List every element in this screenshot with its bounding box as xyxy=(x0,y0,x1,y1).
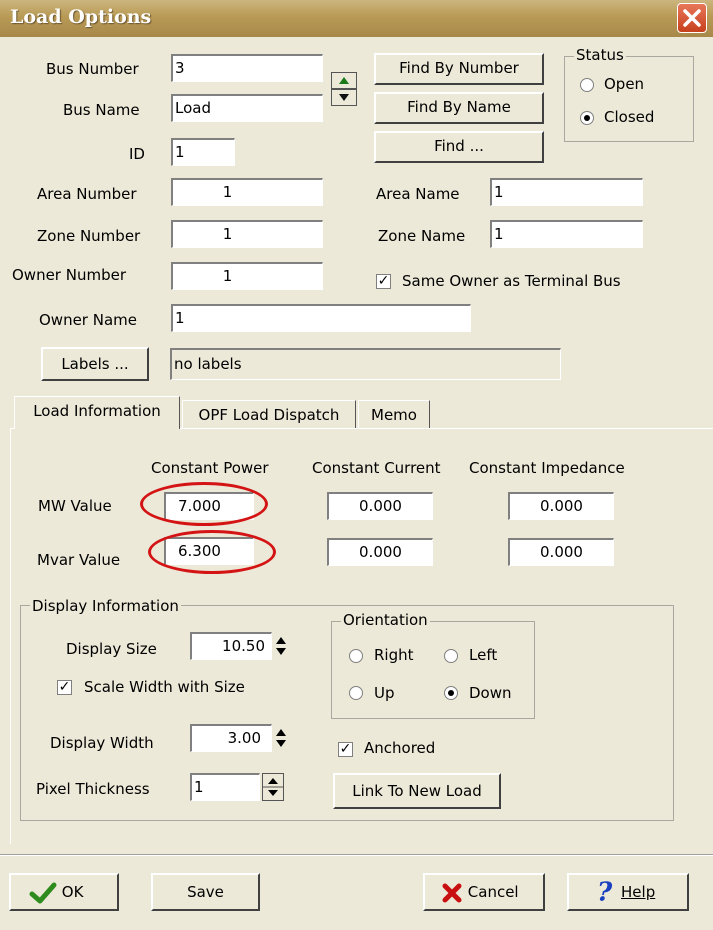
find-button[interactable]: Find ... xyxy=(374,131,544,163)
orientation-right-label: Right xyxy=(374,646,414,664)
load-options-dialog: Load Options Bus Number 3 Bus Name Load … xyxy=(0,0,713,930)
bus-number-label: Bus Number xyxy=(46,60,139,78)
orientation-up-radio[interactable] xyxy=(349,686,363,700)
area-name-field[interactable]: 1 xyxy=(490,178,643,206)
owner-number-value: 1 xyxy=(222,267,233,285)
link-to-new-load-button[interactable]: Link To New Load xyxy=(333,773,501,809)
close-icon xyxy=(683,9,701,27)
radio-selected-dot xyxy=(448,690,454,696)
save-button[interactable]: Save xyxy=(151,873,260,911)
status-closed-radio[interactable] xyxy=(580,111,594,125)
zone-name-label: Zone Name xyxy=(378,227,466,245)
ok-button[interactable]: OK xyxy=(9,873,119,911)
display-size-label: Display Size xyxy=(66,640,157,658)
stepper-arrows-icon xyxy=(331,72,357,106)
pixel-thickness-spinner[interactable] xyxy=(262,773,284,801)
help-button[interactable]: ? Help xyxy=(567,873,689,911)
bus-number-stepper[interactable] xyxy=(331,72,357,106)
help-question-icon: ? xyxy=(597,877,613,908)
mvar-constant-current-field[interactable]: 0.000 xyxy=(327,538,433,566)
owner-number-field[interactable]: 1 xyxy=(171,262,323,290)
cancel-x-icon xyxy=(442,883,462,902)
spinner-arrows-icon xyxy=(262,773,284,801)
status-open-radio[interactable] xyxy=(580,78,594,92)
orientation-left-label: Left xyxy=(469,646,498,664)
tab-opf-load-dispatch[interactable]: OPF Load Dispatch xyxy=(182,400,356,428)
zone-name-field[interactable]: 1 xyxy=(490,220,643,248)
owner-name-label: Owner Name xyxy=(39,311,137,329)
anchored-checkbox[interactable]: ✓ xyxy=(338,742,353,757)
orientation-group xyxy=(331,621,535,719)
constant-power-header: Constant Power xyxy=(151,459,269,477)
area-number-label: Area Number xyxy=(37,185,137,203)
display-width-label: Display Width xyxy=(50,734,154,752)
owner-name-field[interactable]: 1 xyxy=(171,304,471,332)
mw-constant-impedance-field[interactable]: 0.000 xyxy=(508,492,614,520)
constant-impedance-header: Constant Impedance xyxy=(469,459,625,477)
same-owner-label: Same Owner as Terminal Bus xyxy=(402,272,621,290)
help-button-label: Help xyxy=(621,883,656,901)
pixel-thickness-field[interactable]: 1 xyxy=(190,773,260,801)
checkmark-icon xyxy=(29,882,57,903)
display-size-spinner[interactable] xyxy=(272,632,290,660)
title-bar[interactable]: Load Options xyxy=(0,0,713,37)
tab-load-information[interactable]: Load Information xyxy=(14,396,180,429)
orientation-up-label: Up xyxy=(374,684,395,702)
area-name-label: Area Name xyxy=(376,185,460,203)
footer-separator xyxy=(0,854,713,856)
highlight-ellipse-mvar xyxy=(148,530,276,574)
close-button[interactable] xyxy=(677,3,707,33)
cancel-button[interactable]: Cancel xyxy=(423,873,545,911)
status-closed-label: Closed xyxy=(604,108,655,126)
highlight-ellipse-mw xyxy=(140,482,268,526)
id-label: ID xyxy=(129,145,145,163)
mw-constant-current-field[interactable]: 0.000 xyxy=(327,492,433,520)
anchored-label: Anchored xyxy=(364,739,436,757)
orientation-right-radio[interactable] xyxy=(349,649,363,663)
find-by-name-button[interactable]: Find By Name xyxy=(374,92,544,124)
display-information-title: Display Information xyxy=(30,597,181,615)
zone-number-label: Zone Number xyxy=(37,227,141,245)
id-field[interactable]: 1 xyxy=(171,138,235,166)
area-number-value: 1 xyxy=(222,183,233,201)
same-owner-checkbox[interactable]: ✓ xyxy=(376,274,391,289)
radio-selected-dot xyxy=(584,115,590,121)
labels-field: no labels xyxy=(170,348,561,380)
mvar-value-label: Mvar Value xyxy=(37,551,121,569)
cancel-button-label: Cancel xyxy=(467,883,519,901)
zone-number-field[interactable]: 1 xyxy=(171,220,323,248)
ok-button-label: OK xyxy=(61,883,84,901)
bus-name-label: Bus Name xyxy=(63,101,140,119)
display-size-field[interactable]: 10.50 xyxy=(190,632,272,660)
owner-number-label: Owner Number xyxy=(12,266,127,284)
status-open-label: Open xyxy=(604,75,645,93)
pixel-thickness-label: Pixel Thickness xyxy=(36,780,150,798)
window-title: Load Options xyxy=(10,6,152,28)
labels-button[interactable]: Labels ... xyxy=(41,347,149,381)
area-number-field[interactable]: 1 xyxy=(171,178,323,206)
mw-value-label: MW Value xyxy=(38,497,112,515)
orientation-down-radio[interactable] xyxy=(444,686,458,700)
mvar-constant-impedance-field[interactable]: 0.000 xyxy=(508,538,614,566)
spinner-arrows-icon xyxy=(276,729,286,747)
orientation-down-label: Down xyxy=(469,684,512,702)
bus-number-field[interactable]: 3 xyxy=(171,54,323,82)
bus-name-field[interactable]: Load xyxy=(171,94,323,122)
orientation-title: Orientation xyxy=(341,611,430,629)
find-by-number-button[interactable]: Find By Number xyxy=(374,53,544,85)
scale-width-label: Scale Width with Size xyxy=(84,678,245,696)
spinner-arrows-icon xyxy=(276,637,286,655)
display-width-spinner[interactable] xyxy=(272,724,290,752)
scale-width-checkbox[interactable]: ✓ xyxy=(57,680,72,695)
zone-number-value: 1 xyxy=(222,225,233,243)
display-width-field[interactable]: 3.00 xyxy=(190,724,272,752)
status-group xyxy=(564,56,694,142)
status-group-title: Status xyxy=(574,46,626,64)
orientation-left-radio[interactable] xyxy=(444,649,458,663)
constant-current-header: Constant Current xyxy=(312,459,441,477)
tab-memo[interactable]: Memo xyxy=(358,400,430,428)
